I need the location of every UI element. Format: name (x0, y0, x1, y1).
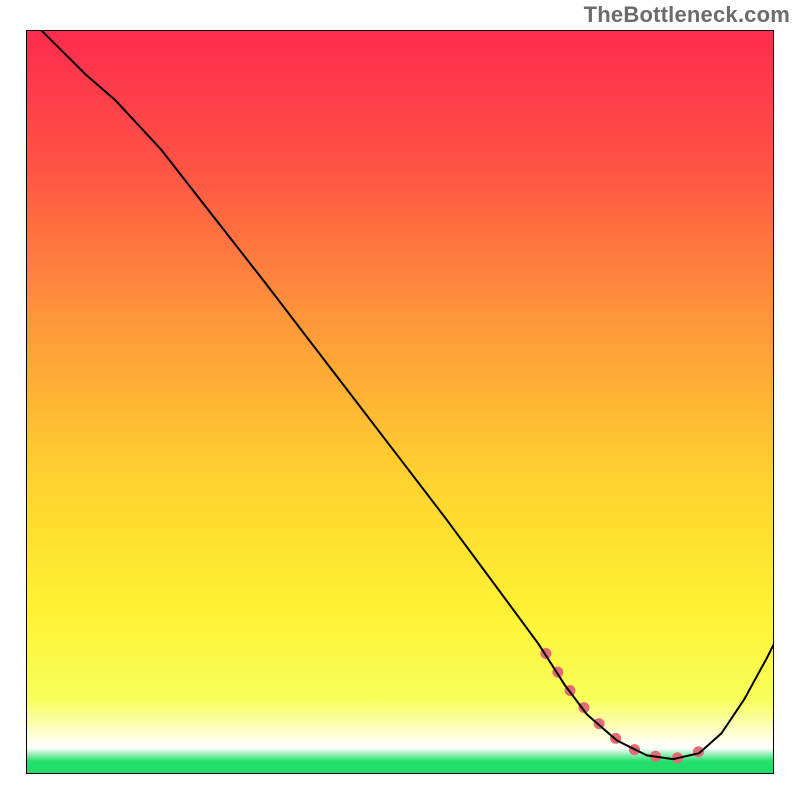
bottleneck-chart (0, 0, 800, 800)
chart-frame: TheBottleneck.com (0, 0, 800, 800)
gradient-background (26, 30, 774, 774)
